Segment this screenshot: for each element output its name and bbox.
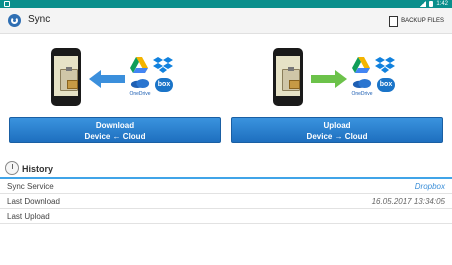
toolbar: Sync BACKUP FILES: [0, 8, 452, 34]
history-header: History: [0, 160, 452, 179]
box-logo: box: [377, 78, 395, 92]
box-service-icon: box: [153, 78, 175, 98]
page-title: Sync: [28, 14, 51, 25]
phone-icon: [51, 48, 81, 106]
upload-panel: OneDrive box Upload Device → Cloud: [231, 46, 443, 143]
dropbox-icon: [375, 57, 395, 73]
cloud-services: OneDrive box: [351, 56, 399, 104]
onedrive-icon: OneDrive: [129, 78, 151, 98]
sync-app-icon: [8, 14, 21, 27]
history-title: History: [22, 164, 54, 174]
row-label: Last Download: [7, 197, 60, 206]
box-logo: box: [155, 78, 173, 92]
package-icon: [67, 80, 78, 89]
notification-icon: [4, 1, 10, 7]
upload-button-label: Upload: [323, 121, 351, 130]
phone-icon: [273, 48, 303, 106]
dropbox-icon: [153, 57, 173, 73]
history-row-last-upload: Last Upload: [0, 209, 452, 224]
status-bar: 1:42: [0, 0, 452, 8]
upload-button-sublabel: Device → Cloud: [306, 132, 368, 141]
arrow-left-icon: [89, 70, 125, 88]
google-drive-icon: [352, 57, 370, 73]
history-row-last-download: Last Download 16.05.2017 13:34:05: [0, 194, 452, 209]
row-label: Last Upload: [7, 212, 50, 221]
google-drive-icon: [130, 57, 148, 73]
box-service-icon: box: [375, 78, 397, 98]
arrow-right-icon: [311, 70, 347, 88]
package-icon: [289, 80, 300, 89]
row-value: Dropbox: [414, 182, 445, 191]
signal-icon: [420, 1, 427, 7]
download-panel: OneDrive box Download Device ← Cloud: [9, 46, 221, 143]
row-value: 16.05.2017 13:34:05: [371, 197, 445, 206]
onedrive-label: OneDrive: [129, 91, 151, 97]
download-button[interactable]: Download Device ← Cloud: [9, 117, 221, 143]
row-label: Sync Service: [7, 182, 54, 191]
clock-icon: [5, 161, 19, 175]
cloud-services: OneDrive box: [129, 56, 177, 104]
onedrive-icon: OneDrive: [351, 78, 373, 98]
status-time: 1:42: [436, 1, 448, 7]
battery-icon: [429, 1, 434, 7]
download-button-label: Download: [95, 121, 135, 130]
upload-button[interactable]: Upload Device → Cloud: [231, 117, 443, 143]
backup-files-label: BACKUP FILES: [401, 18, 444, 24]
copy-icon: [387, 13, 399, 27]
backup-files-button[interactable]: BACKUP FILES: [387, 12, 444, 30]
onedrive-label: OneDrive: [351, 91, 373, 97]
history-row-sync-service[interactable]: Sync Service Dropbox: [0, 179, 452, 194]
download-button-sublabel: Device ← Cloud: [84, 132, 146, 141]
